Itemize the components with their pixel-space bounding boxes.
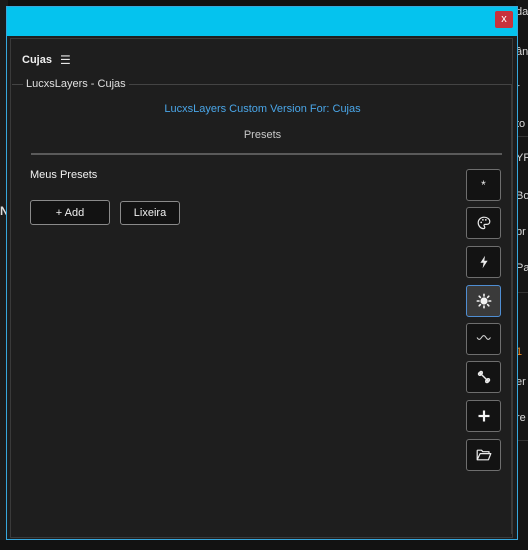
- wave-icon: [476, 335, 491, 340]
- panel-title: Cujas: [22, 54, 52, 66]
- presets-section-label: Presets: [243, 129, 282, 141]
- folder-open-icon: [476, 449, 491, 461]
- close-button[interactable]: x: [495, 11, 513, 28]
- palette-icon: [477, 216, 490, 230]
- my-presets-heading: Meus Presets: [30, 169, 98, 181]
- wave-button[interactable]: [466, 323, 501, 355]
- version-text: LucxsLayers Custom Version For: Cujas: [164, 103, 361, 115]
- group-box: [12, 84, 512, 534]
- lightning-icon: [479, 255, 488, 269]
- hamburger-icon[interactable]: ☰: [60, 53, 71, 67]
- group-legend: LucxsLayers - Cujas: [23, 78, 129, 90]
- trash-button[interactable]: Lixeira: [120, 201, 180, 225]
- add-button[interactable]: [466, 400, 501, 432]
- asterisk-button[interactable]: *: [466, 169, 501, 201]
- plugin-window: x Cujas ☰ LucxsLayers - Cujas LucxsLayer…: [6, 6, 518, 540]
- bottom-strip: [0, 540, 528, 550]
- bone-button[interactable]: [466, 361, 501, 393]
- main-panel: Cujas ☰ LucxsLayers - Cujas LucxsLayers …: [10, 38, 513, 538]
- sun-gear-icon: [475, 293, 491, 309]
- plus-icon: [478, 410, 489, 422]
- palette-button[interactable]: [466, 207, 501, 239]
- bone-icon: [477, 370, 490, 384]
- section-divider: [31, 153, 502, 155]
- sun-gear-button[interactable]: [466, 285, 501, 317]
- add-preset-button[interactable]: + Add: [30, 200, 110, 225]
- lightning-button[interactable]: [466, 246, 501, 278]
- asterisk-icon: *: [481, 178, 486, 192]
- open-folder-button[interactable]: [466, 439, 501, 471]
- window-titlebar[interactable]: x: [7, 7, 517, 36]
- panel-header: Cujas ☰: [22, 51, 71, 69]
